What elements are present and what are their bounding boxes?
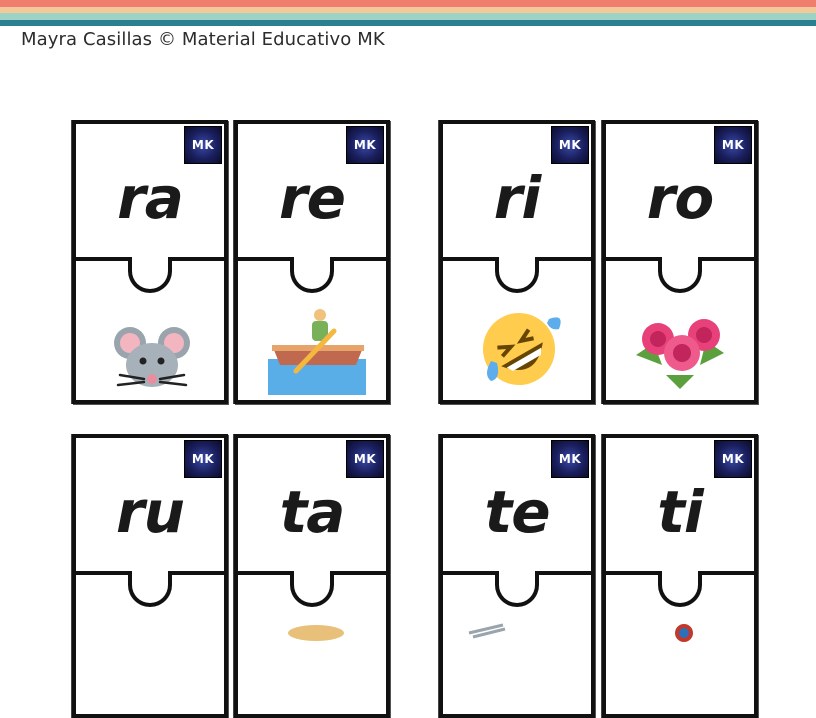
puzzle-piece-ta[interactable]: MK ta: [234, 434, 390, 718]
syllable-label: re: [279, 164, 346, 232]
puzzle-piece-ri[interactable]: MK ri: [439, 120, 595, 404]
puzzle-knob: [128, 257, 172, 293]
syllable-label: ra: [117, 164, 184, 232]
partial-picture-icon: [606, 623, 754, 713]
syllable-label: ri: [493, 164, 541, 232]
puzzle-piece-ro[interactable]: MK ro: [602, 120, 758, 404]
syllable-label: ti: [657, 478, 704, 546]
puzzle-knob: [290, 257, 334, 293]
mk-logo: MK: [184, 440, 222, 478]
header-stripe-teal: [0, 20, 816, 26]
syllable-label: ru: [116, 478, 185, 546]
puzzle-knob: [495, 257, 539, 293]
mk-logo: MK: [346, 440, 384, 478]
puzzle-knob: [658, 571, 702, 607]
puzzle-knob: [128, 571, 172, 607]
mk-logo: MK: [346, 126, 384, 164]
puzzle-piece-ti[interactable]: MK ti: [602, 434, 758, 718]
cup-icon: [238, 623, 386, 713]
puzzle-piece-re[interactable]: MK re: [234, 120, 390, 404]
header-stripe-mint: [0, 13, 816, 20]
partial-picture-icon: [443, 623, 591, 713]
puzzle-knob: [658, 257, 702, 293]
header-stripe-coral: [0, 0, 816, 7]
syllable-label: te: [484, 478, 550, 546]
puzzle-piece-ru[interactable]: MK ru: [72, 434, 228, 718]
rowing-boat-icon: [238, 309, 386, 399]
mouse-icon: [76, 309, 224, 399]
mk-logo: MK: [714, 126, 752, 164]
mk-logo: MK: [551, 126, 589, 164]
copyright-credit: Mayra Casillas © Material Educativo MK: [21, 29, 385, 50]
roses-icon: [606, 309, 754, 399]
puzzle-piece-ra[interactable]: MK ra: [72, 120, 228, 404]
laughing-face-icon: [443, 309, 591, 399]
syllable-label: ro: [646, 164, 714, 232]
puzzle-knob: [495, 571, 539, 607]
syllable-label: ta: [279, 478, 346, 546]
mk-logo: MK: [714, 440, 752, 478]
puzzle-piece-te[interactable]: MK te: [439, 434, 595, 718]
mk-logo: MK: [184, 126, 222, 164]
mk-logo: MK: [551, 440, 589, 478]
puzzle-knob: [290, 571, 334, 607]
